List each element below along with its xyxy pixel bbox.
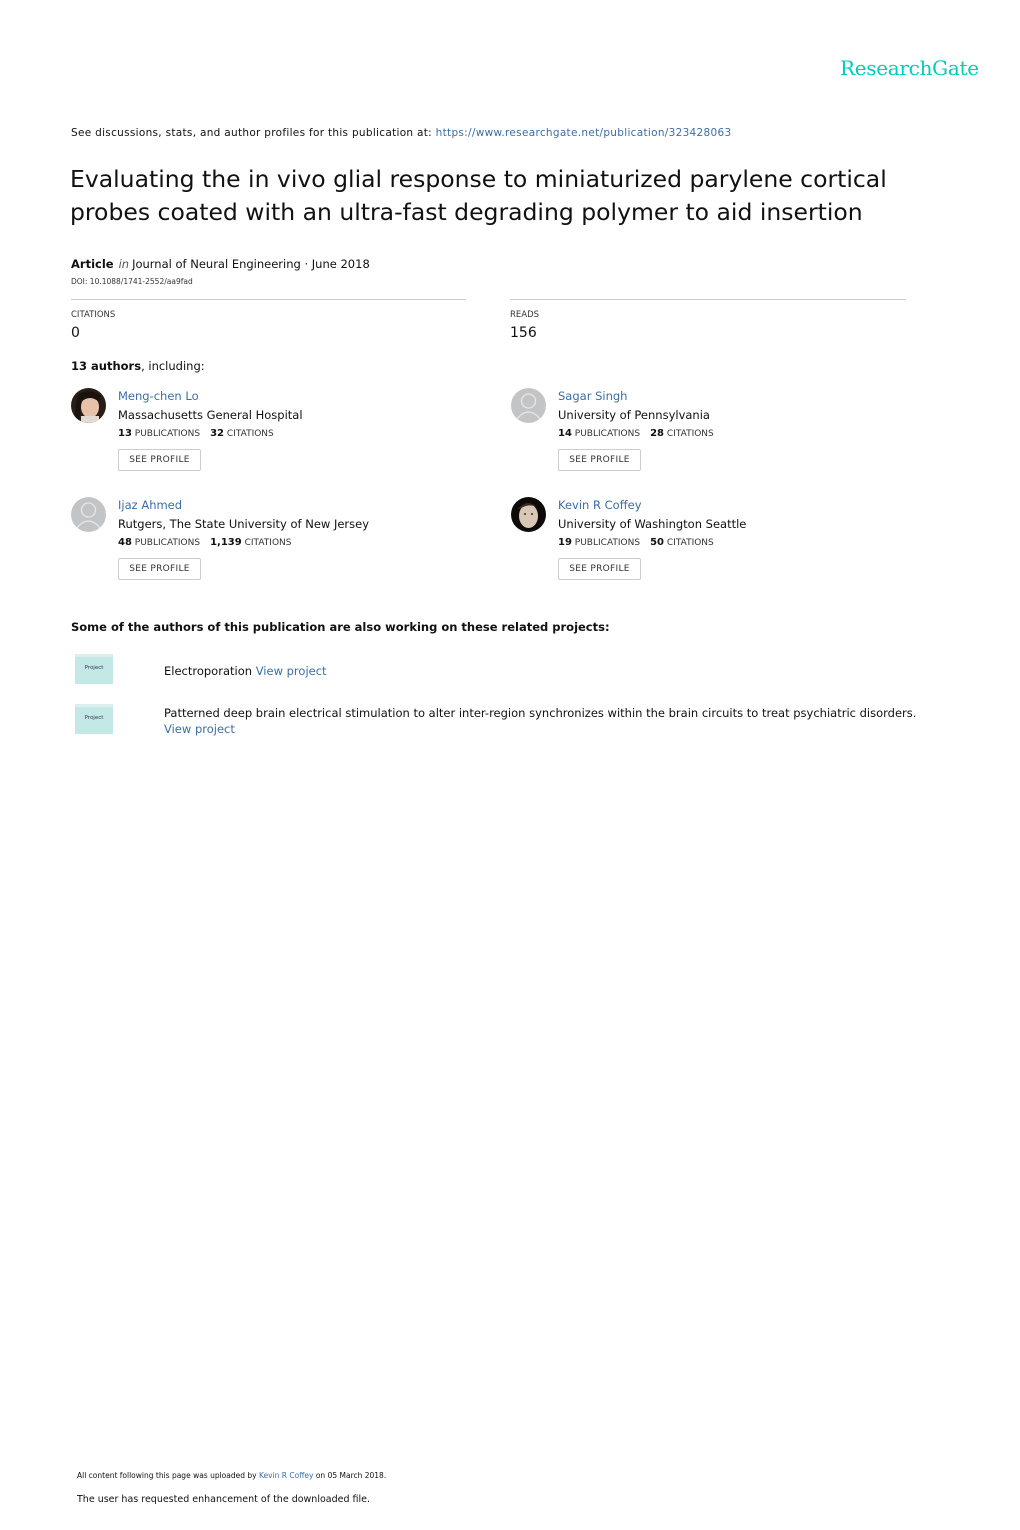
- project-folder-icon: Project: [75, 704, 113, 734]
- related-projects-heading: Some of the authors of this publication …: [71, 620, 610, 634]
- reads-divider: [510, 299, 906, 300]
- project-title: Electroporation: [164, 664, 253, 678]
- see-profile-button[interactable]: SEE PROFILE: [558, 449, 641, 471]
- publications-label: PUBLICATIONS: [134, 538, 201, 548]
- project-item: Patterned deep brain electrical stimulat…: [164, 705, 964, 737]
- authors-count-number: 13 authors: [71, 359, 142, 373]
- author-name-link[interactable]: Kevin R Coffey: [558, 498, 642, 512]
- journal-date: Journal of Neural Engineering · June 201…: [132, 257, 370, 271]
- in-word: in: [118, 257, 130, 271]
- publications-count: 19: [558, 537, 572, 548]
- doi: DOI: 10.1088/1741-2552/aa9fad: [71, 277, 193, 286]
- author-stats: 14 PUBLICATIONS 28 CITATIONS: [558, 428, 714, 439]
- citations-value: 0: [71, 325, 80, 341]
- profiles-notice-text: See discussions, stats, and author profi…: [71, 127, 433, 139]
- see-profile-button[interactable]: SEE PROFILE: [118, 558, 201, 580]
- author-card: Kevin R Coffey University of Washington …: [511, 497, 931, 597]
- authors-count: 13 authors, including:: [71, 359, 205, 373]
- author-stats: 13 PUBLICATIONS 32 CITATIONS: [118, 428, 274, 439]
- citations-label: CITATIONS: [666, 538, 714, 548]
- author-card: Ijaz Ahmed Rutgers, The State University…: [71, 497, 491, 597]
- publication-meta: Article in Journal of Neural Engineering ·…: [71, 257, 370, 271]
- citations-label: CITATIONS: [71, 310, 116, 320]
- folder-label: Project: [84, 665, 104, 671]
- upload-notice: All content following this page was uplo…: [77, 1471, 386, 1480]
- reads-label: READS: [510, 310, 540, 320]
- default-user-avatar-icon[interactable]: [511, 388, 546, 423]
- uploader-link[interactable]: Kevin R Coffey: [259, 1471, 313, 1480]
- author-stats: 48 PUBLICATIONS 1,139 CITATIONS: [118, 537, 291, 548]
- view-project-link[interactable]: View project: [164, 722, 235, 736]
- upload-prefix: All content following this page was uplo…: [77, 1471, 257, 1480]
- citations-count: 50: [650, 537, 664, 548]
- project-folder-icon: Project: [75, 654, 113, 684]
- author-institution: Massachusetts General Hospital: [118, 408, 303, 422]
- publication-url-link[interactable]: https://www.researchgate.net/publication…: [436, 127, 732, 139]
- citations-count: 28: [650, 428, 664, 439]
- researchgate-logo[interactable]: ResearchGate: [840, 56, 979, 80]
- citations-label: CITATIONS: [244, 538, 292, 548]
- author-card: Sagar Singh University of Pennsylvania 1…: [511, 388, 931, 488]
- citations-count: 1,139: [210, 537, 242, 548]
- upload-suffix: on 05 March 2018.: [315, 1471, 387, 1480]
- author-name-link[interactable]: Meng-chen Lo: [118, 389, 199, 403]
- author-institution: University of Pennsylvania: [558, 408, 710, 422]
- authors-count-suffix: , including:: [141, 359, 205, 373]
- publications-label: PUBLICATIONS: [574, 538, 641, 548]
- publications-count: 14: [558, 428, 572, 439]
- author-institution: Rutgers, The State University of New Jer…: [118, 517, 370, 531]
- author-photo-avatar[interactable]: [511, 497, 546, 532]
- enhancement-notice: The user has requested enhancement of th…: [77, 1494, 371, 1505]
- citations-label: CITATIONS: [226, 429, 274, 439]
- see-profile-button[interactable]: SEE PROFILE: [558, 558, 641, 580]
- reads-value: 156: [510, 325, 537, 341]
- article-type: Article: [71, 257, 114, 271]
- author-name-link[interactable]: Sagar Singh: [558, 389, 627, 403]
- publications-count: 48: [118, 537, 132, 548]
- author-card: Meng-chen Lo Massachusetts General Hospi…: [71, 388, 491, 488]
- project-item: Electroporation View project: [164, 663, 327, 679]
- citations-label: CITATIONS: [666, 429, 714, 439]
- publications-label: PUBLICATIONS: [134, 429, 201, 439]
- author-stats: 19 PUBLICATIONS 50 CITATIONS: [558, 537, 714, 548]
- citations-count: 32: [210, 428, 224, 439]
- author-institution: University of Washington Seattle: [558, 517, 747, 531]
- publications-label: PUBLICATIONS: [574, 429, 641, 439]
- folder-label: Project: [84, 715, 104, 721]
- paper-title: Evaluating the in vivo glial response to…: [70, 165, 887, 226]
- view-project-link[interactable]: View project: [256, 664, 327, 678]
- profiles-notice: See discussions, stats, and author profi…: [71, 127, 731, 139]
- default-user-avatar-icon[interactable]: [71, 497, 106, 532]
- publications-count: 13: [118, 428, 132, 439]
- citations-divider: [71, 299, 466, 300]
- see-profile-button[interactable]: SEE PROFILE: [118, 449, 201, 471]
- project-title: Patterned deep brain electrical stimulat…: [164, 706, 917, 720]
- author-name-link[interactable]: Ijaz Ahmed: [118, 498, 182, 512]
- author-photo-avatar[interactable]: [71, 388, 106, 423]
